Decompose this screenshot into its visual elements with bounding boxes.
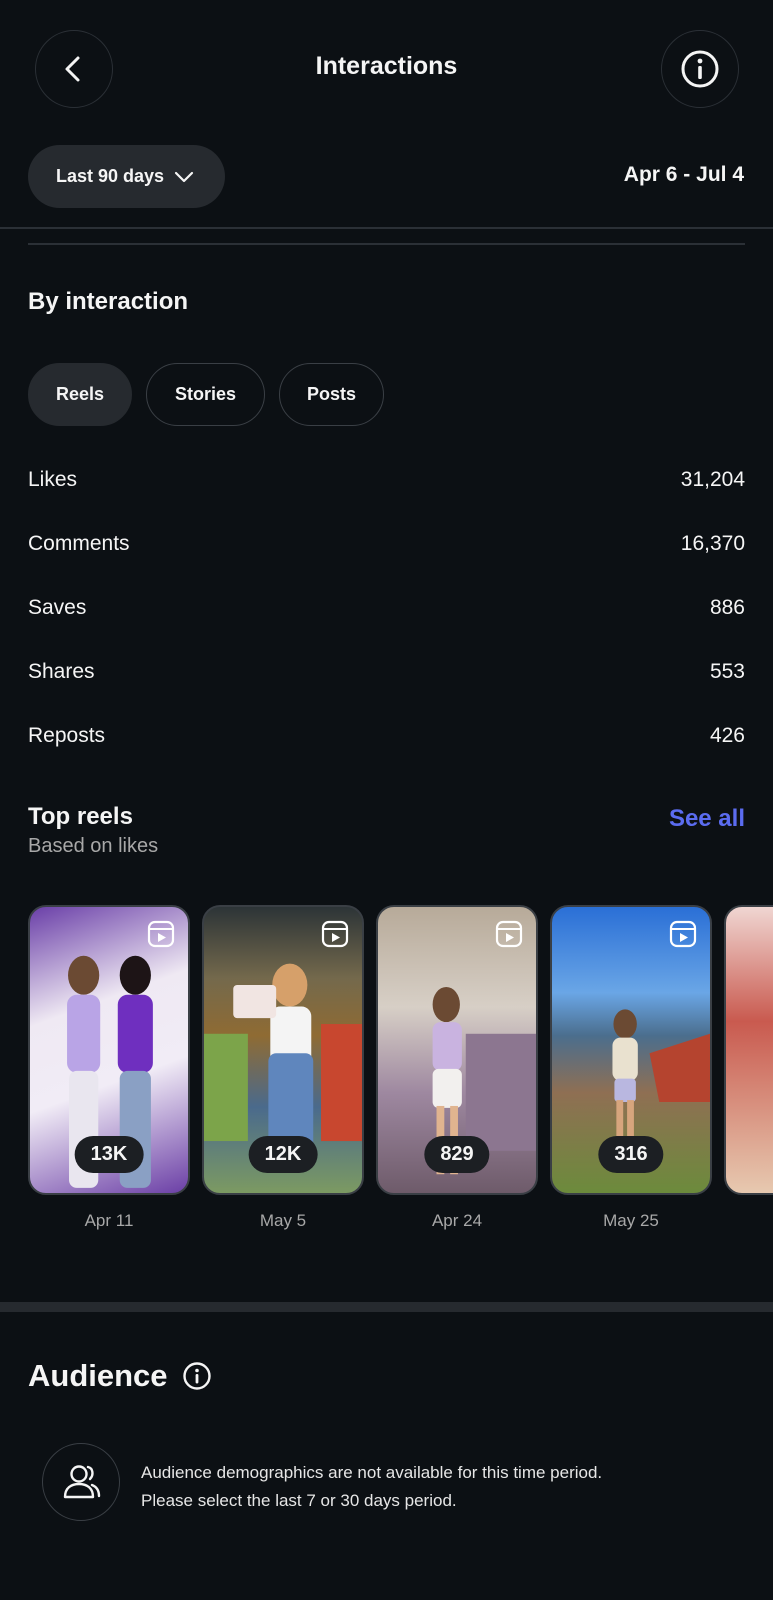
info-circle-icon (681, 50, 719, 88)
reel-card[interactable]: 12K May 5 (202, 905, 364, 1231)
top-reels-header: Top reels Based on likes See all (28, 803, 745, 858)
users-icon (63, 1465, 101, 1499)
metric-row-likes: Likes 31,204 (28, 448, 745, 512)
reel-like-count: 829 (424, 1136, 490, 1173)
metric-row-saves: Saves 886 (28, 576, 745, 640)
content-type-tabs: Reels Stories Posts (28, 363, 384, 426)
info-circle-icon[interactable] (182, 1361, 212, 1391)
date-range-text: Apr 6 - Jul 4 (623, 163, 744, 186)
metric-label: Shares (28, 660, 95, 683)
reel-thumbnail[interactable]: 829 (376, 905, 538, 1195)
reel-like-count: 12K (248, 1136, 318, 1173)
metric-value: 426 (709, 724, 745, 747)
metric-row-shares: Shares 553 (28, 640, 745, 704)
date-filter-row: Last 90 days Apr 6 - Jul 4 (0, 145, 773, 209)
date-range-dropdown-label: Last 90 days (56, 166, 165, 186)
divider (0, 227, 773, 229)
tab-posts[interactable]: Posts (279, 363, 384, 426)
reel-card[interactable]: 316 May 25 (550, 905, 712, 1231)
audience-header: Audience (28, 1358, 212, 1394)
reel-thumbnail[interactable] (724, 905, 773, 1195)
reel-thumbnail[interactable]: 12K (202, 905, 364, 1195)
metric-value: 31,204 (680, 468, 745, 491)
tab-stories[interactable]: Stories (146, 363, 265, 426)
metrics-list: Likes 31,204 Comments 16,370 Saves 886 S… (28, 448, 745, 768)
reel-thumbnail[interactable]: 13K (28, 905, 190, 1195)
top-reels-carousel[interactable]: 13K Apr 11 12K May 5 829 Apr 24 316 May … (28, 905, 773, 1245)
audience-message-line: Audience demographics are not available … (141, 1463, 603, 1482)
chevron-down-icon (174, 171, 194, 182)
reels-icon (321, 920, 349, 948)
reel-like-count: 13K (74, 1136, 144, 1173)
reel-card[interactable]: 13K Apr 11 (28, 905, 190, 1231)
metric-label: Saves (28, 596, 87, 619)
metric-value: 16,370 (680, 532, 745, 555)
reels-icon (669, 920, 697, 948)
info-button[interactable] (661, 30, 739, 108)
reel-date: Apr 11 (84, 1211, 134, 1230)
reel-card[interactable]: 829 Apr 24 (376, 905, 538, 1231)
metric-label: Comments (28, 532, 130, 555)
see-all-link[interactable]: See all (669, 805, 745, 833)
metric-value: 553 (709, 660, 745, 683)
divider (28, 243, 745, 245)
metric-row-comments: Comments 16,370 (28, 512, 745, 576)
top-reels-subtitle: Based on likes (28, 835, 159, 857)
tab-reels[interactable]: Reels (28, 363, 132, 426)
reel-thumbnail[interactable]: 316 (550, 905, 712, 1195)
date-range-dropdown[interactable]: Last 90 days (28, 145, 225, 208)
audience-message-line: Please select the last 7 or 30 days peri… (141, 1491, 457, 1510)
reel-date: May 5 (259, 1211, 307, 1230)
reel-like-count: 316 (598, 1136, 664, 1173)
metric-label: Likes (28, 468, 78, 491)
reel-date: Apr 24 (431, 1211, 483, 1230)
page-title: Interactions (315, 52, 458, 80)
reels-icon (147, 920, 175, 948)
section-title-top-reels: Top reels (28, 803, 133, 830)
top-bar: Interactions (0, 0, 773, 136)
audience-unavailable-message: Audience demographics are not available … (141, 1459, 741, 1515)
reel-card[interactable] (724, 905, 773, 1195)
section-separator (0, 1302, 773, 1312)
metric-label: Reposts (28, 724, 106, 747)
section-title-audience: Audience (28, 1358, 168, 1393)
metric-value: 886 (709, 596, 745, 619)
reel-date: May 25 (603, 1211, 659, 1230)
audience-users-icon-wrapper (42, 1443, 120, 1521)
reels-icon (495, 920, 523, 948)
section-title-by-interaction: By interaction (28, 288, 189, 315)
metric-row-reposts: Reposts 426 (28, 704, 745, 768)
